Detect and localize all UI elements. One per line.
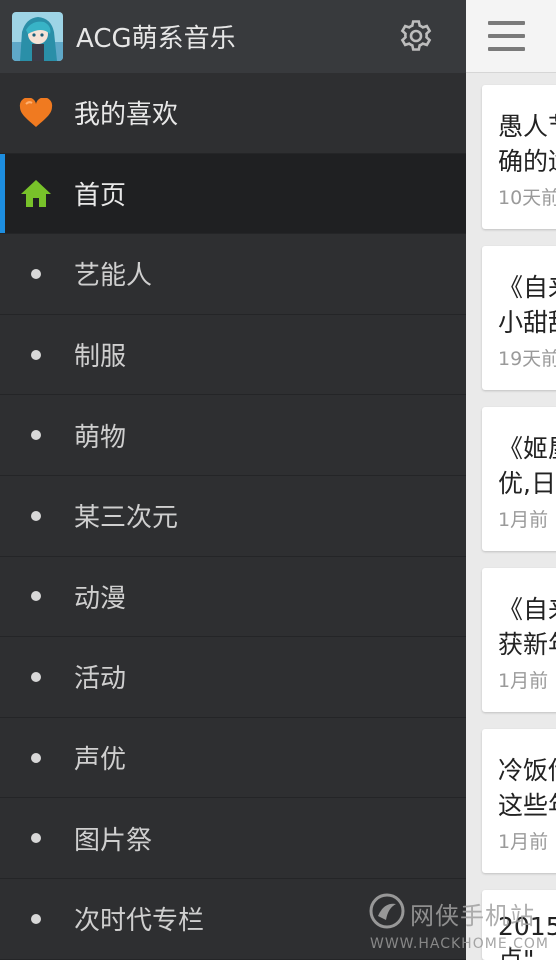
menu-item-home[interactable]: 首页 [0, 153, 466, 235]
article-card[interactable]: 愚人节 确的适 10天前 [482, 85, 556, 229]
bullet-icon [18, 578, 54, 614]
drawer-menu: 我的喜欢 首页 艺能人 制服 萌物 某三次元 动漫 活动 声优 图片祭 次时代专… [0, 73, 466, 960]
article-card[interactable]: 《自来 获新年 1月前 [482, 568, 556, 712]
hamburger-icon[interactable] [488, 21, 525, 51]
article-title-line2: 确的适 [498, 147, 556, 176]
menu-item-next-gen-column[interactable]: 次时代专栏 [0, 879, 466, 960]
menu-item-label: 制服 [74, 342, 127, 373]
navigation-drawer: ACG萌系音乐 我的喜欢 首页 艺能人 制服 萌物 某三次元 动漫 活动 声优 … [0, 0, 466, 960]
article-card[interactable]: 2015 点" [482, 890, 556, 960]
menu-item-label: 活动 [74, 664, 127, 695]
article-time: 1月前 [498, 831, 549, 853]
bullet-icon [18, 256, 54, 292]
heart-icon [18, 95, 54, 131]
app-title: ACG萌系音乐 [76, 24, 236, 54]
menu-item-label: 动漫 [74, 583, 127, 614]
article-time: 10天前 [498, 187, 556, 209]
menu-item-label: 艺能人 [74, 261, 153, 292]
menu-item-anime[interactable]: 动漫 [0, 557, 466, 638]
menu-item-label: 声优 [74, 745, 127, 776]
menu-item-events[interactable]: 活动 [0, 637, 466, 718]
menu-item-label: 某三次元 [74, 503, 179, 534]
home-icon [18, 175, 54, 211]
menu-item-entertainers[interactable]: 艺能人 [0, 234, 466, 315]
menu-item-uniforms[interactable]: 制服 [0, 315, 466, 396]
bullet-icon [18, 740, 54, 776]
content-toolbar [466, 0, 556, 73]
article-title-line2: 优,日 [498, 469, 556, 498]
article-card[interactable]: 《姬屋 优,日 1月前 [482, 407, 556, 551]
settings-button[interactable] [396, 16, 436, 56]
menu-item-cute-things[interactable]: 萌物 [0, 395, 466, 476]
menu-item-pictures[interactable]: 图片祭 [0, 798, 466, 879]
article-title-line2: 点" [498, 945, 535, 960]
menu-item-label: 我的喜欢 [74, 100, 179, 131]
bullet-icon [18, 498, 54, 534]
article-time: 19天前 [498, 348, 556, 370]
article-card[interactable]: 冷饭传 这些年 1月前 [482, 729, 556, 873]
menu-item-label: 萌物 [74, 422, 127, 453]
article-title-line1: 冷饭传 [498, 756, 556, 785]
article-card[interactable]: 《自来 小甜甜 19天前 [482, 246, 556, 390]
article-title-line2: 获新年 [498, 630, 556, 659]
app-logo-icon [12, 12, 63, 61]
article-title-line1: 《姬屋 [498, 434, 556, 463]
gear-icon [400, 20, 432, 51]
menu-item-label: 首页 [74, 180, 127, 211]
article-title-line2: 小甜甜 [498, 308, 556, 337]
bullet-icon [18, 820, 54, 856]
menu-item-3d-world[interactable]: 某三次元 [0, 476, 466, 557]
article-title-line1: 2015 [498, 912, 556, 941]
active-indicator [0, 153, 5, 234]
bullet-icon [18, 901, 54, 937]
bullet-icon [18, 659, 54, 695]
menu-item-voice-actors[interactable]: 声优 [0, 718, 466, 799]
menu-item-label: 图片祭 [74, 825, 153, 856]
article-title-line2: 这些年 [498, 791, 556, 820]
article-time: 1月前 [498, 509, 549, 531]
article-title-line1: 《自来 [498, 595, 556, 624]
bullet-icon [18, 417, 54, 453]
article-title-line1: 《自来 [498, 273, 556, 302]
article-title-line1: 愚人节 [498, 112, 556, 141]
menu-item-favorites[interactable]: 我的喜欢 [0, 73, 466, 154]
content-panel: 愚人节 确的适 10天前 《自来 小甜甜 19天前 《姬屋 优,日 1月前 《自… [466, 0, 556, 960]
menu-item-label: 次时代专栏 [74, 906, 205, 937]
article-time: 1月前 [498, 670, 549, 692]
drawer-header: ACG萌系音乐 [0, 0, 466, 73]
bullet-icon [18, 337, 54, 373]
